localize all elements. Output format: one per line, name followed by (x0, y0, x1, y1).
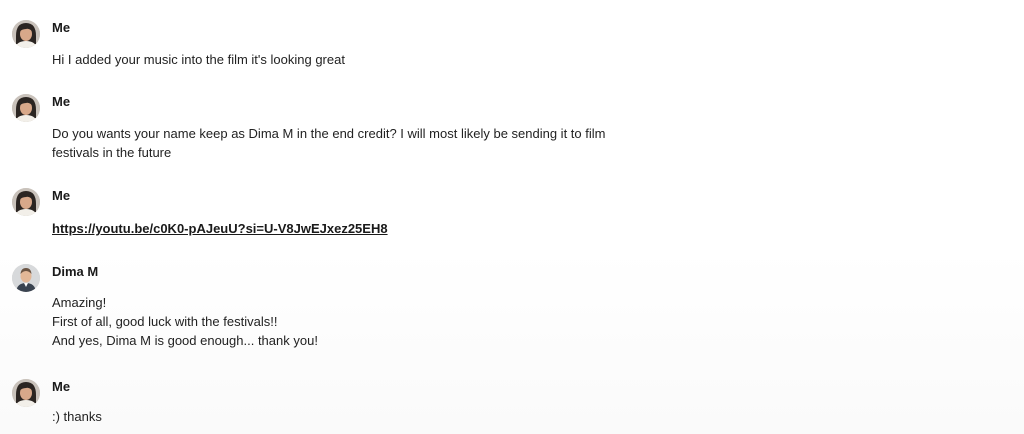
message-line: festivals in the future (52, 145, 172, 160)
message-body: :) thanks (52, 407, 692, 426)
message-item: Me Do you wants your name keep as Dima M… (12, 94, 712, 166)
me-avatar[interactable] (12, 94, 40, 122)
sender-name: Me (52, 20, 71, 35)
message-body: Do you wants your name keep as Dima M in… (52, 124, 692, 162)
youtube-link[interactable]: https://youtu.be/c0K0-pAJeuU?si=U-V8JwEJ… (52, 221, 388, 236)
message-line: Amazing! (52, 295, 107, 310)
message-line: First of all, good luck with the festiva… (52, 314, 278, 329)
sender-name: Me (52, 94, 71, 109)
dima-avatar[interactable] (12, 264, 40, 292)
message-item: Me :) thanks (12, 379, 712, 429)
message-line: And yes, Dima M is good enough... thank … (52, 333, 318, 348)
me-avatar[interactable] (12, 188, 40, 216)
sender-name: Dima M (52, 264, 99, 279)
message-body: Amazing! First of all, good luck with th… (52, 293, 692, 350)
sender-name: Me (52, 379, 71, 394)
message-item: Me https://youtu.be/c0K0-pAJeuU?si=U-V8J… (12, 188, 712, 240)
message-line: :) thanks (52, 409, 102, 424)
me-avatar[interactable] (12, 20, 40, 48)
message-line: Do you wants your name keep as Dima M in… (52, 126, 606, 141)
me-avatar[interactable] (12, 379, 40, 407)
message-item: Dima M Amazing! First of all, good luck … (12, 264, 712, 356)
message-thread: Me Hi I added your music into the film i… (0, 0, 1024, 434)
message-body: https://youtu.be/c0K0-pAJeuU?si=U-V8JwEJ… (52, 219, 692, 238)
message-body: Hi I added your music into the film it's… (52, 50, 692, 69)
sender-name: Me (52, 188, 71, 203)
message-line: Hi I added your music into the film it's… (52, 52, 345, 67)
message-item: Me Hi I added your music into the film i… (12, 20, 712, 70)
